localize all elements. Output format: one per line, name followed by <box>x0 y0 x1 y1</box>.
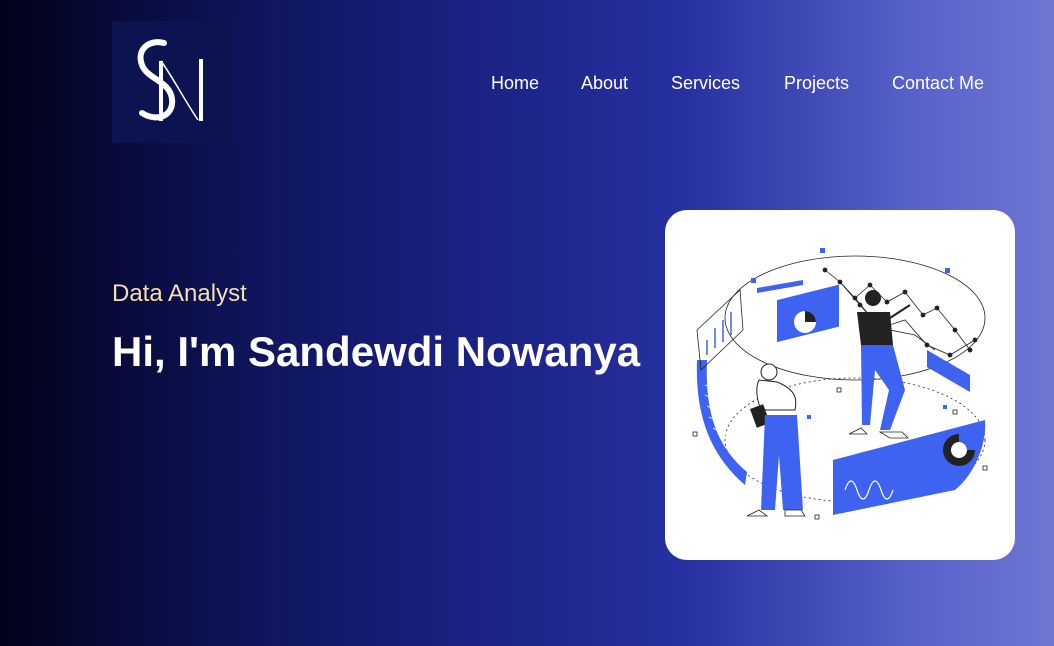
site-logo[interactable] <box>112 21 234 143</box>
nav-projects[interactable]: Projects <box>784 72 849 94</box>
hero-illustration-card <box>665 210 1015 560</box>
hero-headline: Hi, I'm Sandewdi Nowanya <box>112 328 641 375</box>
data-analytics-illustration-icon <box>692 248 988 520</box>
nav-about[interactable]: About <box>581 72 628 94</box>
nav-home[interactable]: Home <box>491 72 539 94</box>
main-nav: Home About Services Projects Contact Me <box>480 72 1000 98</box>
nav-contact[interactable]: Contact Me <box>892 72 984 94</box>
hero-role: Data Analyst <box>112 280 247 307</box>
nav-services[interactable]: Services <box>671 72 740 94</box>
sn-monogram-logo-icon <box>137 39 203 121</box>
